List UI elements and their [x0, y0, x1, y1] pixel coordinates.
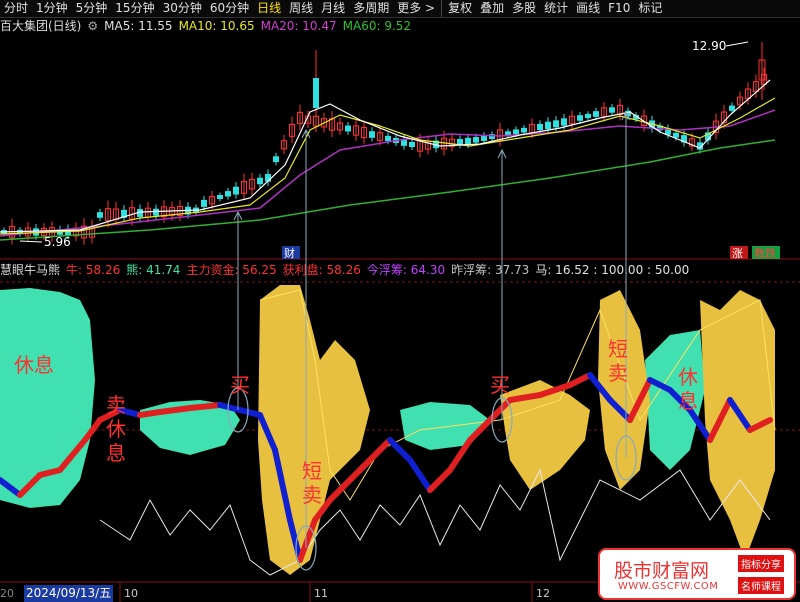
- candle-body: [609, 107, 615, 113]
- candle-body: [513, 129, 519, 135]
- annotation-sell_rest: 卖: [106, 393, 126, 417]
- annotation-buy2: 买: [490, 373, 510, 397]
- zhang-badge: 涨: [732, 247, 743, 260]
- axis-left-cut: 20: [0, 587, 14, 600]
- price-panel: 12.90 5.96 财 涨 教跌: [0, 39, 800, 583]
- candle-body: [369, 131, 375, 138]
- annotation-rest1: 休息: [14, 353, 54, 377]
- candle-body: [153, 208, 159, 216]
- bull-bear-segment: [567, 372, 593, 388]
- candle-body: [673, 132, 679, 138]
- high-price-label: 12.90: [692, 39, 726, 53]
- candle-body: [401, 139, 407, 146]
- candle-body: [521, 127, 527, 133]
- candle-body: [465, 137, 471, 145]
- candle-body: [313, 78, 319, 108]
- annotation-rest2: 休: [678, 365, 698, 389]
- candle-body: [545, 121, 551, 130]
- axis-label-12: 12: [536, 587, 550, 600]
- candle-body: [257, 177, 263, 185]
- candle-body: [593, 111, 599, 117]
- candle-body: [385, 135, 391, 142]
- candle-body: [481, 135, 487, 141]
- high-arrow: [725, 41, 749, 47]
- bull-bear-segment: [407, 457, 433, 493]
- watermark-logo: 股市财富网 WWW.GSCFW.COM 指标分享 名师课程: [598, 548, 796, 600]
- bull-bear-segment: [427, 467, 453, 493]
- candle-body: [201, 199, 207, 207]
- candle-body: [345, 125, 351, 132]
- bull-bear-segment: [137, 409, 163, 418]
- annotation-sell_rest: 休: [106, 417, 126, 441]
- candle-body: [225, 191, 231, 197]
- annotation-sell_rest: 息: [106, 441, 126, 465]
- candle-body: [577, 115, 583, 121]
- bull-bear-segment: [387, 437, 413, 463]
- annotation-buy1: 买: [230, 373, 250, 397]
- jiao-badge: 教跌: [754, 246, 776, 260]
- candle-body: [409, 141, 415, 148]
- bull-bear-segment: [187, 402, 223, 411]
- annotation-short_sell2: 短: [608, 337, 628, 361]
- bull-bear-segment: [157, 405, 193, 415]
- low-price-label: 5.96: [44, 235, 71, 249]
- axis-label-11: 11: [314, 587, 328, 600]
- candle-body: [97, 212, 103, 218]
- bull-bear-segment: [367, 437, 393, 463]
- candle-body: [729, 105, 735, 111]
- candle-body: [457, 138, 463, 146]
- candle-body: [273, 156, 279, 163]
- candle-body: [233, 186, 239, 195]
- candle-body: [585, 113, 591, 119]
- candle-body: [505, 131, 511, 136]
- candle-body: [537, 123, 543, 131]
- candle-body: [217, 194, 223, 200]
- watermark-tag-share: 指标分享: [738, 555, 784, 572]
- candle-body: [561, 118, 567, 126]
- annotation-short_sell1: 卖: [302, 483, 322, 507]
- bull-bear-segment: [237, 407, 263, 418]
- chart-area[interactable]: 12.90 5.96 财 涨 教跌 休息卖休息买短卖买短卖 休息 20 10 11…: [0, 0, 800, 602]
- low-arrow: [19, 240, 43, 243]
- watermark-title: 股市财富网: [614, 560, 710, 582]
- cai-badge: 财: [284, 246, 295, 260]
- bull-bear-segment: [327, 477, 353, 503]
- indicator-panel: 休息卖休息买短卖买短卖 休息: [0, 110, 776, 576]
- annotation-short_sell1: 短: [302, 459, 322, 483]
- candle-body: [553, 120, 559, 128]
- annotation-short_sell2: 卖: [608, 361, 628, 385]
- bull-bear-segment: [347, 457, 373, 483]
- candle-body: [473, 137, 479, 143]
- cursor-date: 2024/09/13/五: [24, 585, 114, 602]
- annotation-rest2: 息: [678, 389, 698, 413]
- axis-label-10: 10: [124, 587, 138, 600]
- watermark-tag-course: 名师课程: [738, 577, 784, 594]
- watermark-url: WWW.GSCFW.COM: [618, 581, 719, 592]
